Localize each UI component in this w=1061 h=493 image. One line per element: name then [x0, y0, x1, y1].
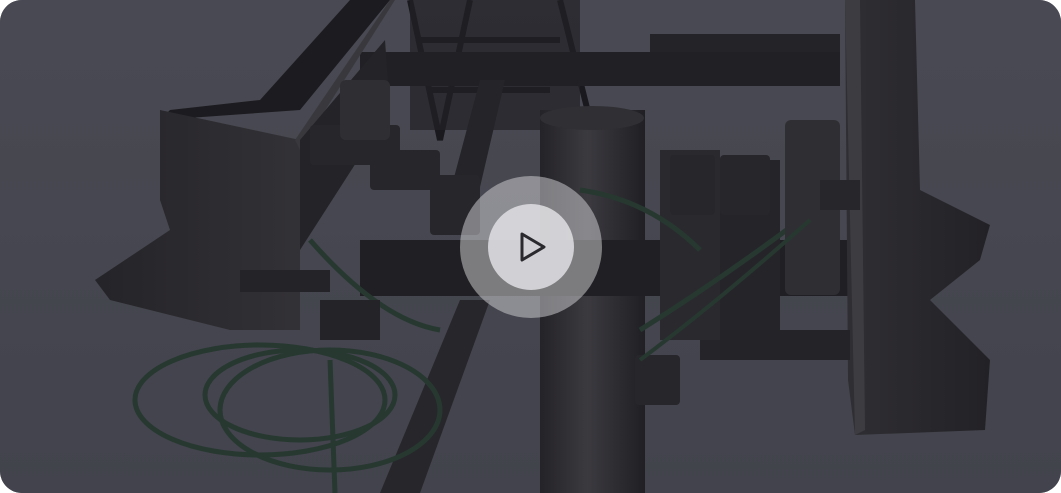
- play-button[interactable]: [460, 176, 602, 318]
- play-icon: [520, 232, 546, 262]
- video-player[interactable]: [0, 0, 1061, 493]
- play-button-center[interactable]: [488, 204, 574, 290]
